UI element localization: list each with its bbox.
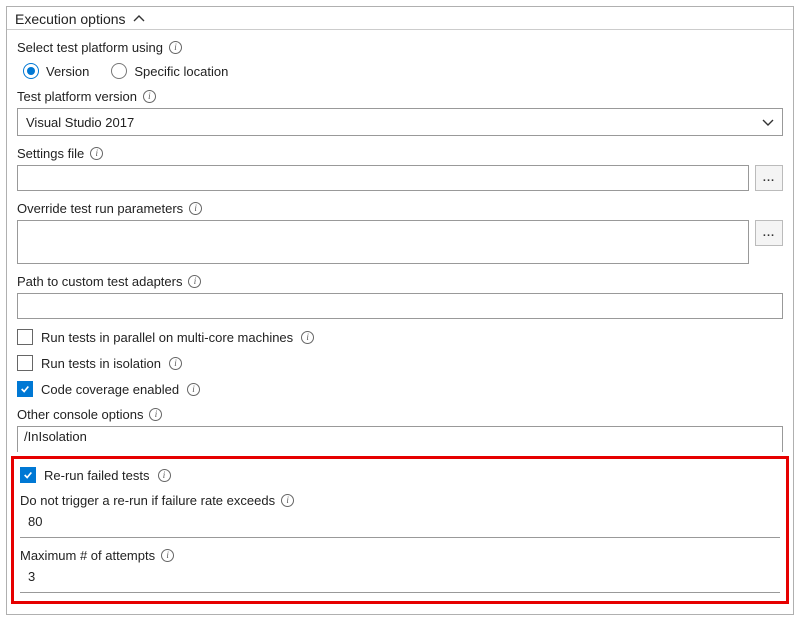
override-params-input[interactable] xyxy=(17,220,749,264)
custom-adapters-input[interactable] xyxy=(17,293,783,319)
settings-file-label: Settings file xyxy=(17,146,84,161)
console-options-input[interactable]: /InIsolation xyxy=(17,426,783,452)
info-icon[interactable]: i xyxy=(90,147,103,160)
section-header[interactable]: Execution options xyxy=(7,7,793,30)
override-params-label-row: Override test run parameters i xyxy=(17,201,783,216)
coverage-checkbox-row: Code coverage enabled i xyxy=(17,381,783,397)
settings-file-input[interactable] xyxy=(17,165,749,191)
console-options-label: Other console options xyxy=(17,407,143,422)
chevron-down-icon xyxy=(762,116,774,128)
radio-version-label: Version xyxy=(46,64,89,79)
info-icon[interactable]: i xyxy=(301,331,314,344)
isolation-label: Run tests in isolation xyxy=(41,356,161,371)
rerun-highlight-box: Re-run failed tests i Do not trigger a r… xyxy=(11,456,789,604)
override-params-more-button[interactable]: ... xyxy=(755,220,783,246)
coverage-checkbox[interactable] xyxy=(17,381,33,397)
info-icon[interactable]: i xyxy=(187,383,200,396)
parallel-checkbox[interactable] xyxy=(17,329,33,345)
platform-radio-group: Version Specific location xyxy=(23,63,783,79)
failure-rate-label-row: Do not trigger a re-run if failure rate … xyxy=(20,493,780,508)
platform-version-value: Visual Studio 2017 xyxy=(26,115,134,130)
failure-rate-input[interactable]: 80 xyxy=(20,512,780,538)
platform-version-label-row: Test platform version i xyxy=(17,89,783,104)
info-icon[interactable]: i xyxy=(143,90,156,103)
info-icon[interactable]: i xyxy=(149,408,162,421)
override-params-label: Override test run parameters xyxy=(17,201,183,216)
parallel-checkbox-row: Run tests in parallel on multi-core mach… xyxy=(17,329,783,345)
settings-file-label-row: Settings file i xyxy=(17,146,783,161)
platform-version-label: Test platform version xyxy=(17,89,137,104)
platform-selector-label: Select test platform using xyxy=(17,40,163,55)
failure-rate-label: Do not trigger a re-run if failure rate … xyxy=(20,493,275,508)
info-icon[interactable]: i xyxy=(188,275,201,288)
rerun-checkbox-row: Re-run failed tests i xyxy=(20,467,780,483)
parallel-label: Run tests in parallel on multi-core mach… xyxy=(41,330,293,345)
section-title: Execution options xyxy=(15,11,126,27)
chevron-up-icon xyxy=(132,12,146,26)
info-icon[interactable]: i xyxy=(169,357,182,370)
info-icon[interactable]: i xyxy=(161,549,174,562)
platform-selector-label-row: Select test platform using i xyxy=(17,40,783,55)
execution-options-panel: Execution options Select test platform u… xyxy=(6,6,794,615)
radio-specific-label: Specific location xyxy=(134,64,228,79)
radio-version[interactable]: Version xyxy=(23,63,89,79)
max-attempts-label-row: Maximum # of attempts i xyxy=(20,548,780,563)
max-attempts-input[interactable]: 3 xyxy=(20,567,780,593)
info-icon[interactable]: i xyxy=(189,202,202,215)
info-icon[interactable]: i xyxy=(158,469,171,482)
custom-adapters-label: Path to custom test adapters xyxy=(17,274,182,289)
custom-adapters-label-row: Path to custom test adapters i xyxy=(17,274,783,289)
max-attempts-label: Maximum # of attempts xyxy=(20,548,155,563)
info-icon[interactable]: i xyxy=(281,494,294,507)
info-icon[interactable]: i xyxy=(169,41,182,54)
platform-version-select[interactable]: Visual Studio 2017 xyxy=(17,108,783,136)
rerun-label: Re-run failed tests xyxy=(44,468,150,483)
console-options-label-row: Other console options i xyxy=(17,407,783,422)
isolation-checkbox[interactable] xyxy=(17,355,33,371)
rerun-checkbox[interactable] xyxy=(20,467,36,483)
coverage-label: Code coverage enabled xyxy=(41,382,179,397)
settings-file-more-button[interactable]: ... xyxy=(755,165,783,191)
isolation-checkbox-row: Run tests in isolation i xyxy=(17,355,783,371)
radio-icon xyxy=(23,63,39,79)
radio-icon xyxy=(111,63,127,79)
radio-specific-location[interactable]: Specific location xyxy=(111,63,228,79)
